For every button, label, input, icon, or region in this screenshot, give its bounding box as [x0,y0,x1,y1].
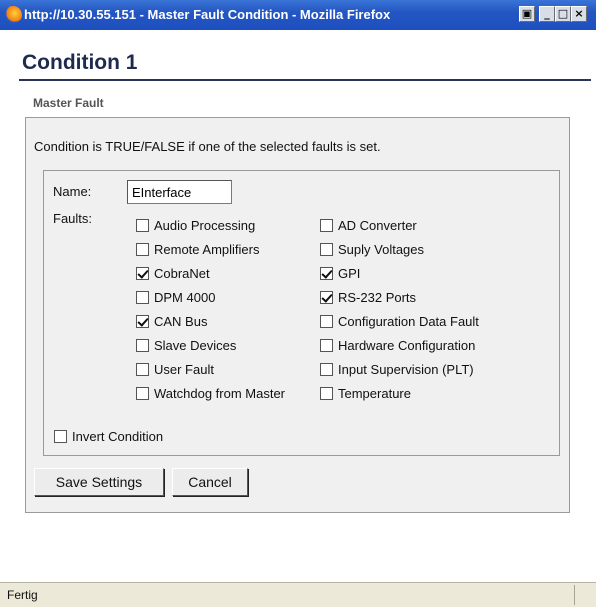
fault-label: Watchdog from Master [154,386,286,401]
fault-checkbox[interactable]: User Fault [136,362,214,377]
fault-checkbox[interactable]: Slave Devices [136,338,236,353]
window-title: http://10.30.55.151 - Master Fault Condi… [24,7,391,22]
section-title: Master Fault [33,96,104,110]
title-divider [19,79,591,81]
fault-label: Configuration Data Fault [338,314,479,329]
fault-checkbox[interactable]: AD Converter [320,218,417,233]
checkbox-box[interactable] [320,291,333,304]
checkbox-box[interactable] [320,219,333,232]
checkbox-box[interactable] [320,315,333,328]
minimize-button[interactable]: _ [539,6,555,22]
checkbox-box[interactable] [320,267,333,280]
condition-description: Condition is TRUE/FALSE if one of the se… [34,139,381,154]
close-button[interactable]: × [571,6,587,22]
fault-checkbox[interactable]: Configuration Data Fault [320,314,479,329]
fault-settings-panel [43,170,560,456]
name-label: Name: [53,184,92,199]
fault-checkbox[interactable]: Hardware Configuration [320,338,475,353]
invert-condition-checkbox[interactable]: Invert Condition [54,429,163,444]
save-settings-button[interactable]: Save Settings [34,468,164,496]
fault-checkbox[interactable]: GPI [320,266,360,281]
maximize-button[interactable]: □ [555,6,571,22]
faults-label: Faults: [53,211,93,226]
fault-label: DPM 4000 [154,290,216,305]
fault-checkbox[interactable]: CobraNet [136,266,210,281]
status-text: Fertig [7,588,38,602]
fault-checkbox[interactable]: Watchdog from Master [136,386,285,401]
fault-label: Input Supervision (PLT) [338,362,474,377]
fault-label: Suply Voltages [338,242,425,257]
checkbox-box[interactable] [320,339,333,352]
fault-checkbox[interactable]: Audio Processing [136,218,255,233]
checkbox-box[interactable] [136,267,149,280]
title-bar: http://10.30.55.151 - Master Fault Condi… [0,0,596,30]
fault-label: Slave Devices [154,338,237,353]
fault-checkbox[interactable]: RS-232 Ports [320,290,416,305]
page-title: Condition 1 [22,51,138,74]
checkbox-box[interactable] [320,387,333,400]
checkbox-box[interactable] [320,363,333,376]
fault-label: GPI [338,266,361,281]
fault-label: AD Converter [338,218,417,233]
fault-label: User Fault [154,362,214,377]
checkbox-box[interactable] [54,430,67,443]
fault-label: Hardware Configuration [338,338,476,353]
invert-condition-label: Invert Condition [72,429,164,444]
checkbox-box[interactable] [320,243,333,256]
firefox-icon [4,6,22,24]
checkbox-box[interactable] [136,339,149,352]
checkbox-box[interactable] [136,291,149,304]
status-bar: Fertig [0,582,596,607]
fault-label: Remote Amplifiers [154,242,260,257]
fault-checkbox[interactable]: Temperature [320,386,411,401]
fault-label: Audio Processing [154,218,256,233]
checkbox-box[interactable] [136,243,149,256]
fault-checkbox[interactable]: Remote Amplifiers [136,242,259,257]
restore-icon[interactable]: ▣ [519,6,535,22]
name-input[interactable] [127,180,232,204]
fault-label: RS-232 Ports [338,290,417,305]
checkbox-box[interactable] [136,387,149,400]
fault-label: CAN Bus [154,314,208,329]
cancel-button[interactable]: Cancel [172,468,248,496]
fault-checkbox[interactable]: DPM 4000 [136,290,215,305]
fault-label: Temperature [338,386,411,401]
fault-checkbox[interactable]: CAN Bus [136,314,207,329]
checkbox-box[interactable] [136,363,149,376]
fault-checkbox[interactable]: Input Supervision (PLT) [320,362,474,377]
fault-label: CobraNet [154,266,210,281]
checkbox-box[interactable] [136,219,149,232]
checkbox-box[interactable] [136,315,149,328]
status-divider [574,585,575,605]
fault-checkbox[interactable]: Suply Voltages [320,242,424,257]
